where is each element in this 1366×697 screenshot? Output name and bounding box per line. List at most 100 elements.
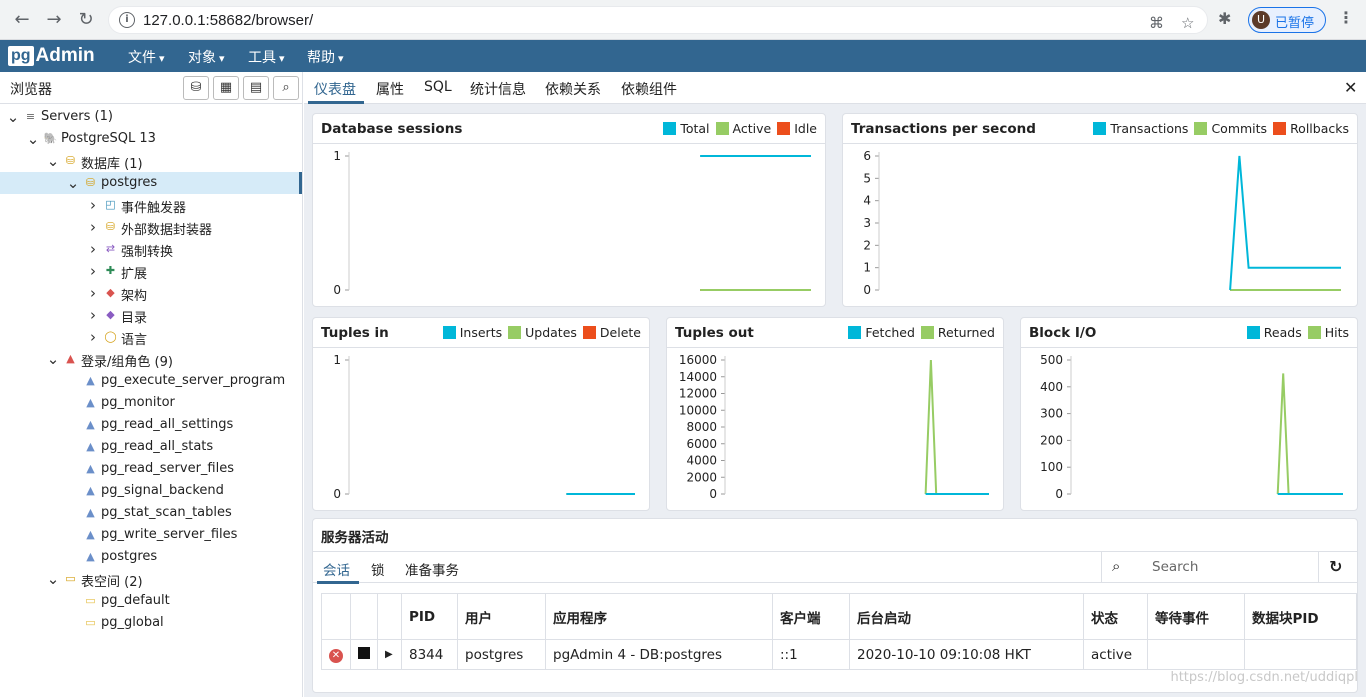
legend-item[interactable]: Reads xyxy=(1246,325,1302,340)
address-bar[interactable]: i 127.0.0.1:58682/browser/ ⌘ ☆ xyxy=(108,6,1208,34)
profile-button[interactable]: U 已暂停 xyxy=(1248,7,1326,33)
legend-item[interactable]: Returned xyxy=(920,325,995,340)
chevron-right-icon[interactable]: › xyxy=(86,240,100,258)
search-objects-icon[interactable]: ⌕ xyxy=(273,76,299,100)
terminate-session-icon[interactable]: ✕ xyxy=(321,639,351,670)
chevron-right-icon[interactable]: › xyxy=(86,196,100,214)
y-tick-label: 4000 xyxy=(686,454,717,468)
tree-node-tablespace-pg-global[interactable]: ▭ pg_global xyxy=(0,612,302,634)
tree-node-catalogs[interactable]: › ◆ 目录 xyxy=(0,304,302,326)
menu-file[interactable]: 文件 xyxy=(128,47,165,67)
tab-properties[interactable]: 属性 xyxy=(376,79,404,99)
filter-rows-icon[interactable]: ▤ xyxy=(243,76,269,100)
legend-item[interactable]: Fetched xyxy=(848,325,915,340)
tree-node-database-postgres[interactable]: ⌄ ⛁ postgres xyxy=(0,172,302,194)
tree-node-tablespaces[interactable]: ⌄ ▭ 表空间 (2) xyxy=(0,568,302,590)
col-client[interactable]: 客户端 xyxy=(772,593,850,640)
tree-node-server-postgresql-13[interactable]: ⌄ 🐘 PostgreSQL 13 xyxy=(0,128,302,150)
tree-node-event-triggers[interactable]: › ◰ 事件触发器 xyxy=(0,194,302,216)
query-tool-icon[interactable]: ⛁ xyxy=(183,76,209,100)
tree-node-tablespace-pg-default[interactable]: ▭ pg_default xyxy=(0,590,302,612)
tree-node-role-pg-read-all-settings[interactable]: ▲ pg_read_all_settings xyxy=(0,414,302,436)
close-panel-icon[interactable]: ✕ xyxy=(1344,78,1357,97)
col-action-terminate xyxy=(321,593,351,640)
search-input[interactable]: Search xyxy=(1152,559,1198,575)
forward-icon[interactable]: → xyxy=(42,8,66,32)
table-row[interactable]: ✕ ▶ 8344 postgres pgAdmin 4 - DB:postgre… xyxy=(321,639,1357,670)
legend-item[interactable]: Total xyxy=(663,121,710,136)
col-user[interactable]: 用户 xyxy=(457,593,546,640)
legend-item[interactable]: Inserts xyxy=(442,325,502,340)
translate-icon[interactable]: ⌘ xyxy=(1149,14,1164,32)
chevron-down-icon[interactable]: ⌄ xyxy=(46,570,60,588)
activity-tab-indicator xyxy=(317,581,359,584)
tree-node-login-group-roles[interactable]: ⌄ ▲ 登录/组角色 (9) xyxy=(0,348,302,370)
tree-node-role-pg-read-server-files[interactable]: ▲ pg_read_server_files xyxy=(0,458,302,480)
tab-prepared-transactions[interactable]: 准备事务 xyxy=(405,559,459,579)
menu-tools[interactable]: 工具 xyxy=(248,47,285,67)
star-icon[interactable]: ☆ xyxy=(1181,14,1194,32)
legend-item[interactable]: Updates xyxy=(508,325,577,340)
tree-node-role-pg-stat-scan-tables[interactable]: ▲ pg_stat_scan_tables xyxy=(0,502,302,524)
menu-help[interactable]: 帮助 xyxy=(307,47,344,67)
reload-icon[interactable]: ↻ xyxy=(74,8,98,32)
tree-node-servers[interactable]: ⌄ ≡ Servers (1) xyxy=(0,106,302,128)
tree-node-role-pg-execute-server-program[interactable]: ▲ pg_execute_server_program xyxy=(0,370,302,392)
tree-node-languages[interactable]: › ◯ 语言 xyxy=(0,326,302,348)
menu-object[interactable]: 对象 xyxy=(188,47,225,67)
tree-node-role-pg-signal-backend[interactable]: ▲ pg_signal_backend xyxy=(0,480,302,502)
legend-item[interactable]: Hits xyxy=(1307,325,1349,340)
tree-node-extensions[interactable]: › ✚ 扩展 xyxy=(0,260,302,282)
tab-locks[interactable]: 锁 xyxy=(371,559,385,579)
chevron-right-icon[interactable]: › xyxy=(86,328,100,346)
col-backend-start[interactable]: 后台启动 xyxy=(849,593,1084,640)
legend-item[interactable]: Transactions xyxy=(1093,121,1188,136)
back-icon[interactable]: ← xyxy=(10,8,34,32)
chevron-down-icon[interactable]: ⌄ xyxy=(46,350,60,368)
tree-node-role-pg-monitor[interactable]: ▲ pg_monitor xyxy=(0,392,302,414)
tab-sql[interactable]: SQL xyxy=(424,79,452,95)
chevron-right-icon[interactable]: › xyxy=(86,284,100,302)
expand-row-icon[interactable]: ▶ xyxy=(377,639,402,670)
tree-node-casts[interactable]: › ⇄ 强制转换 xyxy=(0,238,302,260)
legend-item[interactable]: Rollbacks xyxy=(1273,121,1349,136)
tree-node-databases[interactable]: ⌄ ⛁ 数据库 (1) xyxy=(0,150,302,172)
col-blocking-pids[interactable]: 数据块PID xyxy=(1244,593,1357,640)
chevron-down-icon[interactable]: ⌄ xyxy=(66,174,80,192)
tree-node-role-pg-write-server-files[interactable]: ▲ pg_write_server_files xyxy=(0,524,302,546)
chart-legend: Fetched Returned xyxy=(842,325,995,340)
chevron-down-icon[interactable]: ⌄ xyxy=(46,152,60,170)
col-state[interactable]: 状态 xyxy=(1083,593,1148,640)
tree-node-schemas[interactable]: › ◆ 架构 xyxy=(0,282,302,304)
col-wait-event[interactable]: 等待事件 xyxy=(1147,593,1245,640)
refresh-icon[interactable]: ↻ xyxy=(1329,557,1342,576)
col-pid[interactable]: PID xyxy=(401,593,458,640)
tab-dashboard[interactable]: 仪表盘 xyxy=(314,79,356,99)
chevron-right-icon[interactable]: › xyxy=(86,262,100,280)
chevron-down-icon[interactable]: ⌄ xyxy=(6,108,20,126)
col-action-cancel xyxy=(350,593,378,640)
cell-application: pgAdmin 4 - DB:postgres xyxy=(545,639,773,670)
browser-menu-icon[interactable]: ⋮ xyxy=(1338,8,1354,27)
view-data-icon[interactable]: ▦ xyxy=(213,76,239,100)
tree-node-role-postgres[interactable]: ▲ postgres xyxy=(0,546,302,568)
legend-item[interactable]: Active xyxy=(715,121,771,136)
legend-item[interactable]: Delete xyxy=(582,325,641,340)
activity-search[interactable]: ⌕ Search xyxy=(1101,552,1319,582)
col-application[interactable]: 应用程序 xyxy=(545,593,773,640)
chevron-right-icon[interactable]: › xyxy=(86,218,100,236)
chevron-right-icon[interactable]: › xyxy=(86,306,100,324)
tree-node-label: pg_execute_server_program xyxy=(101,373,286,388)
info-icon[interactable]: i xyxy=(119,12,135,28)
legend-item[interactable]: Commits xyxy=(1194,121,1267,136)
chevron-down-icon[interactable]: ⌄ xyxy=(26,130,40,148)
tree-node-foreign-data-wrappers[interactable]: › ⛁ 外部数据封装器 xyxy=(0,216,302,238)
tree-node-role-pg-read-all-stats[interactable]: ▲ pg_read_all_stats xyxy=(0,436,302,458)
legend-item[interactable]: Idle xyxy=(777,121,817,136)
tab-dependencies[interactable]: 依赖关系 xyxy=(545,79,601,99)
cancel-query-icon[interactable] xyxy=(350,639,378,670)
extensions-icon[interactable]: ✱ xyxy=(1218,9,1231,28)
tab-statistics[interactable]: 统计信息 xyxy=(470,79,526,99)
tab-dependents[interactable]: 依赖组件 xyxy=(621,79,677,99)
tab-sessions[interactable]: 会话 xyxy=(323,559,350,579)
